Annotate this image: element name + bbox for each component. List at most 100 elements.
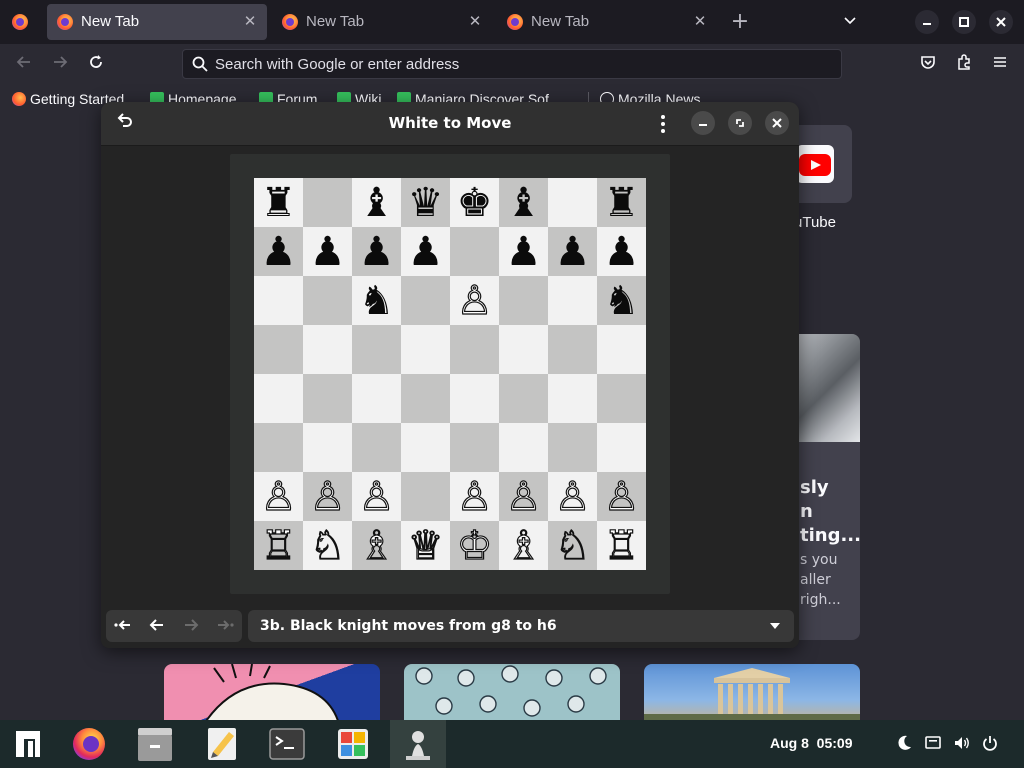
back-arrow-icon[interactable] [12,53,36,77]
reload-icon[interactable] [84,53,108,77]
square-a5[interactable] [254,325,303,374]
square-a1[interactable]: ♖ [254,521,303,570]
pocket-icon[interactable] [916,53,940,77]
tab-new-tab-1[interactable]: New Tab ✕ [47,4,267,40]
square-e8[interactable]: ♚ [450,178,499,227]
night-mode-icon[interactable] [894,734,914,754]
history-previous-button[interactable] [140,610,174,642]
square-e1[interactable]: ♔ [450,521,499,570]
history-latest-button[interactable] [208,610,242,642]
taskbar-chess[interactable] [390,720,446,768]
square-d5[interactable] [401,325,450,374]
taskbar-terminal[interactable] [259,720,315,768]
white-piece-b2[interactable]: ♙ [309,476,346,517]
square-a4[interactable] [254,374,303,423]
volume-icon[interactable] [952,734,972,754]
square-g1[interactable]: ♘ [548,521,597,570]
square-f6[interactable] [499,276,548,325]
white-piece-h2[interactable]: ♙ [603,476,640,517]
square-b4[interactable] [303,374,352,423]
square-c7[interactable]: ♟ [352,227,401,276]
square-f8[interactable]: ♝ [499,178,548,227]
square-f3[interactable] [499,423,548,472]
black-piece-h8[interactable]: ♜ [604,183,640,223]
square-d4[interactable] [401,374,450,423]
square-d2[interactable] [401,472,450,521]
white-piece-h1[interactable]: ♖ [603,525,640,566]
white-piece-f2[interactable]: ♙ [505,476,542,517]
square-b3[interactable] [303,423,352,472]
close-tab-icon[interactable]: ✕ [466,12,484,30]
white-piece-a2[interactable]: ♙ [260,476,297,517]
black-piece-d7[interactable]: ♟ [408,232,444,272]
square-f2[interactable]: ♙ [499,472,548,521]
square-e5[interactable] [450,325,499,374]
square-d3[interactable] [401,423,450,472]
taskbar-files[interactable] [127,720,183,768]
square-d1[interactable]: ♕ [401,521,450,570]
square-c8[interactable]: ♝ [352,178,401,227]
move-history-dropdown[interactable]: 3b. Black knight moves from g8 to h6 [248,610,794,642]
square-g8[interactable] [548,178,597,227]
square-f5[interactable] [499,325,548,374]
black-piece-c6[interactable]: ♞ [359,281,395,321]
square-d8[interactable]: ♛ [401,178,450,227]
white-piece-e1[interactable]: ♔ [456,525,493,566]
square-a8[interactable]: ♜ [254,178,303,227]
square-e3[interactable] [450,423,499,472]
black-piece-e8[interactable]: ♚ [457,183,493,223]
square-e4[interactable] [450,374,499,423]
square-a2[interactable]: ♙ [254,472,303,521]
history-start-button[interactable] [106,610,140,642]
square-b1[interactable]: ♘ [303,521,352,570]
white-piece-d1[interactable]: ♕ [407,525,444,566]
chess-close-button[interactable] [765,111,789,135]
tab-new-tab-3[interactable]: New Tab ✕ [497,4,717,40]
square-b5[interactable] [303,325,352,374]
black-piece-d8[interactable]: ♛ [408,183,444,223]
square-c1[interactable]: ♗ [352,521,401,570]
square-e6[interactable]: ♙ [450,276,499,325]
white-piece-f1[interactable]: ♗ [505,525,542,566]
square-a3[interactable] [254,423,303,472]
black-piece-a7[interactable]: ♟ [261,232,297,272]
taskbar-software[interactable] [325,720,381,768]
square-g6[interactable] [548,276,597,325]
square-c2[interactable]: ♙ [352,472,401,521]
square-h3[interactable] [597,423,646,472]
chess-board[interactable]: ♜ ♝ ♛ ♚ ♝ ♜ ♟ ♟ ♟ ♟ ♟ ♟ ♟ ♞ ♙ ♞ ♙ ♙ ♙ ♙ ♙ ♙ ♙ ♖ ♘ ♗ ♕ ♔ ♗ ♘ ♖ [254,178,646,570]
app-menu-button[interactable] [0,720,56,768]
white-piece-e6[interactable]: ♙ [456,280,493,321]
square-a6[interactable] [254,276,303,325]
square-c5[interactable] [352,325,401,374]
square-h2[interactable]: ♙ [597,472,646,521]
square-h7[interactable]: ♟ [597,227,646,276]
story-card-alarm-clocks[interactable] [404,664,620,720]
white-piece-a1[interactable]: ♖ [260,525,297,566]
white-piece-g2[interactable]: ♙ [554,476,591,517]
tab-new-tab-2[interactable]: New Tab ✕ [272,4,492,40]
network-icon[interactable] [923,734,943,754]
square-e2[interactable]: ♙ [450,472,499,521]
black-piece-c8[interactable]: ♝ [359,183,395,223]
list-all-tabs-button[interactable] [840,12,860,32]
white-piece-c2[interactable]: ♙ [358,476,395,517]
story-card-parthenon[interactable] [644,664,860,720]
new-tab-button[interactable]: + [728,10,752,34]
main-menu-button[interactable] [651,112,675,136]
square-g5[interactable] [548,325,597,374]
square-e7[interactable] [450,227,499,276]
square-d7[interactable]: ♟ [401,227,450,276]
clock[interactable]: Aug 8 05:09 [770,735,852,751]
square-g4[interactable] [548,374,597,423]
white-piece-g1[interactable]: ♘ [554,525,591,566]
square-h5[interactable] [597,325,646,374]
square-c4[interactable] [352,374,401,423]
black-piece-f8[interactable]: ♝ [506,183,542,223]
square-c3[interactable] [352,423,401,472]
square-h4[interactable] [597,374,646,423]
square-f4[interactable] [499,374,548,423]
square-d6[interactable] [401,276,450,325]
square-f7[interactable]: ♟ [499,227,548,276]
square-g2[interactable]: ♙ [548,472,597,521]
